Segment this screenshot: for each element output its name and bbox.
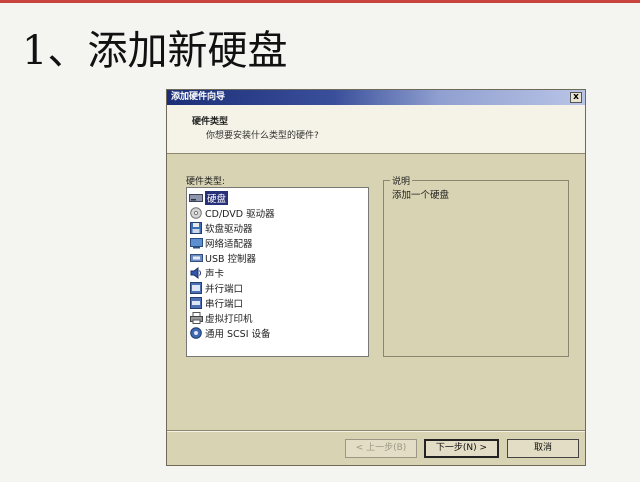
list-item-label: 声卡	[205, 268, 225, 280]
hard-disk-icon	[189, 192, 203, 204]
list-item-label: 虚拟打印机	[205, 313, 253, 325]
list-item-label: 软盘驱动器	[205, 223, 253, 235]
wizard-step-title: 硬件类型	[192, 117, 229, 127]
printer-icon	[189, 311, 203, 324]
close-icon: x	[573, 92, 579, 102]
list-item-virtual-printer[interactable]: 虚拟打印机	[187, 310, 368, 325]
top-accent-rule	[0, 0, 640, 3]
list-item-label: 网络适配器	[205, 238, 253, 250]
cd-dvd-drive-icon	[189, 206, 203, 219]
add-hardware-wizard-dialog: 添加硬件向导 x 硬件类型 你想要安装什么类型的硬件? 硬件类型: 硬盘 CD/…	[166, 89, 586, 466]
list-item-network-adapter[interactable]: 网络适配器	[187, 235, 368, 250]
hardware-type-label: 硬件类型:	[186, 177, 226, 187]
footer-divider	[167, 430, 585, 432]
scsi-device-icon	[189, 326, 203, 339]
dialog-title: 添加硬件向导	[171, 92, 226, 102]
list-item-label: CD/DVD 驱动器	[205, 208, 275, 220]
dialog-titlebar[interactable]: 添加硬件向导 x	[167, 90, 585, 105]
list-item-label: 硬盘	[205, 190, 229, 205]
description-legend: 说明	[390, 174, 413, 187]
network-adapter-icon	[189, 237, 203, 249]
serial-port-icon	[189, 296, 203, 309]
floppy-drive-icon	[189, 221, 203, 234]
hardware-type-list[interactable]: 硬盘 CD/DVD 驱动器 软盘驱动器 网络适配器 USB 控制器 声卡 并行端…	[186, 187, 369, 357]
back-button[interactable]: < 上一步(B)	[345, 439, 417, 458]
next-button[interactable]: 下一步(N) >	[424, 439, 499, 458]
list-item-parallel-port[interactable]: 并行端口	[187, 280, 368, 295]
list-item-label: 通用 SCSI 设备	[205, 328, 271, 340]
list-item-floppy-drive[interactable]: 软盘驱动器	[187, 220, 368, 235]
list-item-hard-disk[interactable]: 硬盘	[187, 190, 368, 205]
slide-title: 1、添加新硬盘	[22, 28, 288, 74]
sound-card-icon	[189, 266, 203, 279]
wizard-header-panel: 硬件类型 你想要安装什么类型的硬件?	[167, 105, 585, 154]
cancel-button[interactable]: 取消	[507, 439, 579, 458]
list-item-usb-controller[interactable]: USB 控制器	[187, 250, 368, 265]
list-item-serial-port[interactable]: 串行端口	[187, 295, 368, 310]
list-item-label: USB 控制器	[205, 253, 257, 265]
list-item-cd-dvd-drive[interactable]: CD/DVD 驱动器	[187, 205, 368, 220]
list-item-label: 串行端口	[205, 298, 244, 310]
description-group: 说明 添加一个硬盘	[383, 174, 569, 357]
list-item-sound-card[interactable]: 声卡	[187, 265, 368, 280]
description-text: 添加一个硬盘	[392, 190, 450, 201]
usb-controller-icon	[189, 252, 203, 264]
close-button[interactable]: x	[570, 92, 582, 103]
parallel-port-icon	[189, 281, 203, 294]
list-item-label: 并行端口	[205, 283, 244, 295]
wizard-step-subtitle: 你想要安装什么类型的硬件?	[206, 131, 319, 141]
list-item-scsi-device[interactable]: 通用 SCSI 设备	[187, 325, 368, 340]
